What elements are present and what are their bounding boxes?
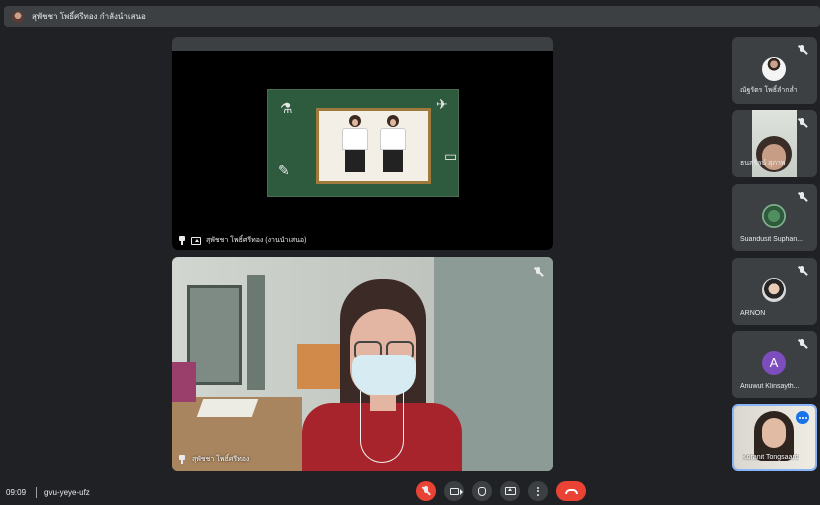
presentation-screen: ⚗ ✈ ✎ ▭ xyxy=(172,51,553,250)
leave-call-button[interactable] xyxy=(556,481,586,501)
participant-initial-avatar: A xyxy=(762,351,786,375)
pin-icon[interactable] xyxy=(178,455,186,464)
mic-toggle-button[interactable] xyxy=(416,481,436,501)
student-figure-left xyxy=(341,115,369,177)
background-person xyxy=(172,362,196,402)
self-name: Koranit Tongsaard xyxy=(742,454,799,461)
meeting-code[interactable]: gvu-yeye-ufz xyxy=(44,488,90,497)
presentation-tile[interactable]: ⚗ ✈ ✎ ▭ สุพัชชา โพธิ์ศรีทอง (งานนำเสนอ) xyxy=(172,37,553,250)
participant-name: Anuwut Klinsayth... xyxy=(740,383,800,390)
camera-icon xyxy=(449,487,463,495)
chalkboard-slide: ⚗ ✈ ✎ ▭ xyxy=(267,89,459,197)
more-vertical-icon xyxy=(537,486,539,496)
hand-icon xyxy=(478,486,486,496)
picture-frame xyxy=(316,108,431,184)
paper-plane-doodle-icon: ✈ xyxy=(436,96,448,112)
participant-tile[interactable]: A Anuwut Klinsayth... xyxy=(732,331,817,398)
participant-name: ธนสรัลน์ สุภาพ xyxy=(740,160,786,167)
speaker-name: สุพัชชา โพธิ์ศรีทอง xyxy=(192,456,250,463)
mic-off-icon xyxy=(797,118,807,128)
background-door xyxy=(247,275,265,390)
student-figure-right xyxy=(379,115,407,177)
mic-off-icon xyxy=(797,192,807,202)
mic-off-icon xyxy=(797,339,807,349)
participant-tile[interactable]: ณัฐรัตร โพธิ์ลำกล่ำ xyxy=(732,37,817,104)
meeting-clock: 09:09 xyxy=(6,488,27,497)
presenting-banner: สุพัชชา โพธิ์ศรีทอง กำลังนำเสนอ xyxy=(4,6,820,27)
palette-doodle-icon: ✎ xyxy=(278,162,290,178)
pin-icon[interactable] xyxy=(178,236,186,245)
presentation-header xyxy=(172,37,553,51)
speaker-person xyxy=(292,279,462,471)
footer-divider xyxy=(36,487,37,498)
mic-off-icon xyxy=(422,486,431,496)
speaker-video xyxy=(172,257,553,471)
participant-name: ณัฐรัตร โพธิ์ลำกล่ำ xyxy=(740,87,798,94)
camera-toggle-button[interactable] xyxy=(444,481,464,501)
present-screen-icon xyxy=(504,487,516,495)
main-speaker-tile[interactable]: สุพัชชา โพธิ์ศรีทอง xyxy=(172,257,553,471)
presentation-label-text: สุพัชชา โพธิ์ศรีทอง (งานนำเสนอ) xyxy=(206,237,307,244)
background-paper xyxy=(196,399,259,417)
participant-tile[interactable]: ARNON xyxy=(732,258,817,325)
participant-name: ARNON xyxy=(740,310,766,317)
participant-avatar xyxy=(762,57,786,81)
mic-off-icon xyxy=(533,267,543,277)
self-view-tile[interactable]: Koranit Tongsaard xyxy=(732,404,817,471)
participant-name: Suandusit Suphan... xyxy=(740,236,804,243)
mic-off-icon xyxy=(797,266,807,276)
participant-tile[interactable]: Suandusit Suphan... xyxy=(732,184,817,251)
participant-avatar xyxy=(762,204,786,228)
participant-avatar xyxy=(762,278,786,302)
presentation-label: สุพัชชา โพธิ์ศรีทอง (งานนำเสนอ) xyxy=(178,235,306,246)
hang-up-icon xyxy=(564,488,578,494)
raise-hand-button[interactable] xyxy=(472,481,492,501)
participant-tile[interactable]: ธนสรัลน์ สุภาพ xyxy=(732,110,817,177)
present-screen-icon xyxy=(191,236,201,245)
mic-off-icon xyxy=(797,45,807,55)
call-controls xyxy=(416,481,586,501)
flask-doodle-icon: ⚗ xyxy=(280,100,293,116)
more-options-icon[interactable] xyxy=(796,411,809,424)
presenting-title: สุพัชชา โพธิ์ศรีทอง กำลังนำเสนอ xyxy=(32,12,146,21)
present-now-button[interactable] xyxy=(500,481,520,501)
more-options-button[interactable] xyxy=(528,481,548,501)
book-doodle-icon: ▭ xyxy=(444,148,458,164)
speaker-label: สุพัชชา โพธิ์ศรีทอง xyxy=(178,454,249,465)
presenter-avatar xyxy=(12,10,24,23)
